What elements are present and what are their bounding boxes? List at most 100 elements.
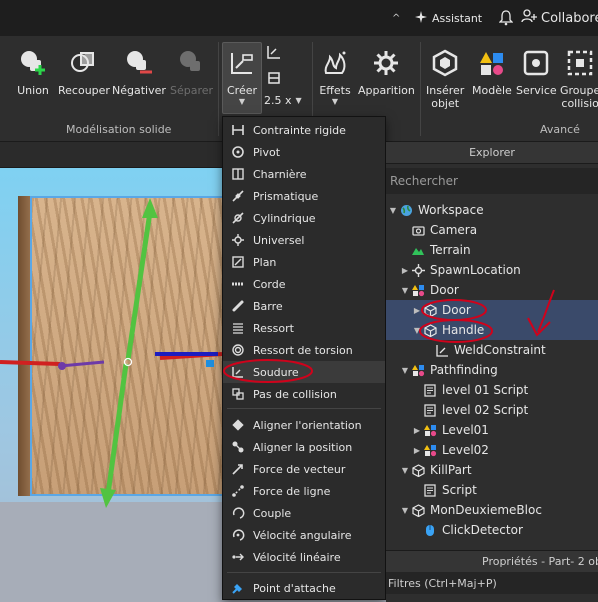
tree-item-label: Door [442,303,471,317]
create-button[interactable]: Créer ▼ [225,46,259,106]
menu-item-weld[interactable]: Soudure [223,361,385,383]
rope-icon [223,277,253,291]
plane-icon [223,255,253,269]
negate-button[interactable]: Négativer [112,46,166,97]
menu-item-no-collision[interactable]: Pas de collision [223,383,385,405]
menu-item-label: Point d'attache [253,581,336,595]
menu-item-line-force[interactable]: Force de ligne [223,480,385,502]
menu-item-universal[interactable]: Universel [223,229,385,251]
tree-item-pathfinding[interactable]: ▼ Pathfinding [386,360,598,380]
part-icon [422,303,438,317]
menu-item-label: Ressort [253,321,294,335]
menu-item-plane[interactable]: Plan [223,251,385,273]
expand-arrow-icon[interactable]: ▶ [400,266,410,275]
tree-item-level02-script[interactable]: level 02 Script [386,400,598,420]
menu-item-torque[interactable]: Couple [223,502,385,524]
menu-item-vector-force[interactable]: Force de vecteur [223,458,385,480]
collision-group-icon [563,46,597,80]
tree-item-handle-part[interactable]: ▼ Handle [386,320,598,340]
menu-item-rod[interactable]: Barre [223,295,385,317]
tree-item-door-model[interactable]: ▼ Door [386,280,598,300]
menu-item-rope[interactable]: Corde [223,273,385,295]
menu-item-attachment[interactable]: Point d'attache [223,577,385,599]
effects-button[interactable]: Effets ▼ [318,46,352,106]
weld-tool-icon[interactable] [266,44,282,63]
globe-icon [398,203,414,217]
join-surfaces-icon[interactable] [266,70,282,89]
union-button[interactable]: Union [16,46,50,97]
service-button[interactable]: Service [516,46,557,97]
separate-button[interactable]: Séparer [170,46,213,97]
tree-item-camera[interactable]: Camera [386,220,598,240]
create-label: Créer [226,84,258,97]
intersect-button[interactable]: Recouper [58,46,110,97]
explorer-title: Explorer [386,142,598,164]
expand-arrow-icon[interactable]: ▼ [400,286,410,295]
tree-item-label: Script [442,483,477,497]
menu-item-label: Plan [253,255,277,269]
tree-item-terrain[interactable]: Terrain [386,240,598,260]
tree-item-level01-script[interactable]: level 01 Script [386,380,598,400]
collaborate-button[interactable]: Collabore [521,8,598,28]
expand-arrow-icon[interactable]: ▼ [412,326,422,335]
tree-item-label: WeldConstraint [454,343,546,357]
properties-filter-input[interactable]: Filtres (Ctrl+Maj+P) [386,572,598,594]
model-icon [422,443,438,457]
menu-item-rigid-constraint[interactable]: Contrainte rigide [223,119,385,141]
collapse-caret-icon[interactable]: ^ [392,8,400,28]
separate-icon [175,46,209,80]
expand-arrow-icon[interactable]: ▼ [400,366,410,375]
expand-arrow-icon[interactable]: ▶ [412,426,422,435]
tree-item-script[interactable]: Script [386,480,598,500]
menu-item-angular-velocity[interactable]: Vélocité angulaire [223,524,385,546]
menu-item-align-position[interactable]: Aligner la position [223,436,385,458]
menu-item-label: Couple [253,506,292,520]
menu-item-spring[interactable]: Ressort [223,317,385,339]
tree-item-clickdetector[interactable]: ClickDetector [386,520,598,540]
hinge-icon [223,167,253,181]
menu-item-hinge[interactable]: Charnière [223,163,385,185]
assistant-button[interactable]: Assistant [414,8,482,28]
camera-icon [410,223,426,237]
ribbon-divider [218,42,219,136]
vector-force-icon [223,462,253,476]
expand-arrow-icon[interactable]: ▼ [388,206,398,215]
tree-item-mondeuxiemebloc[interactable]: ▼ MonDeuxiemeBloc [386,500,598,520]
scale-dropdown[interactable]: 2.5 x ▼ [264,94,302,107]
model-button[interactable]: Modèle [472,46,512,97]
menu-item-pivot[interactable]: Pivot [223,141,385,163]
tree-item-weldconstraint[interactable]: WeldConstraint [386,340,598,360]
torque-icon [223,506,253,520]
expand-arrow-icon[interactable]: ▶ [412,446,422,455]
expand-arrow-icon[interactable]: ▼ [400,466,410,475]
menu-item-torsion-spring[interactable]: Ressort de torsion [223,339,385,361]
explorer-search-input[interactable]: Rechercher [386,168,598,194]
menu-item-label: Force de ligne [253,484,331,498]
tree-item-killpart[interactable]: ▼ KillPart [386,460,598,480]
insert-object-label-2: objet [431,97,460,110]
tree-item-workspace[interactable]: ▼ Workspace [386,200,598,220]
menu-item-linear-velocity[interactable]: Vélocité linéaire [223,546,385,568]
notification-bell-icon[interactable] [499,8,513,28]
menu-item-prismatic[interactable]: Prismatique [223,185,385,207]
properties-panel-header[interactable]: Propriétés - Part- 2 ob [386,550,598,572]
collision-group-button[interactable]: Groupe collisio [560,46,598,110]
group-label-advanced: Avancé [540,123,580,136]
expand-arrow-icon[interactable]: ▼ [400,506,410,515]
tree-item-door-part[interactable]: ▶ Door [386,300,598,320]
tree-item-label: Terrain [430,243,471,257]
tree-item-level02[interactable]: ▶ Level02 [386,440,598,460]
menu-item-align-orientation[interactable]: Aligner l'orientation [223,414,385,436]
insert-object-button[interactable]: Insérer objet [426,46,464,110]
ribbon-divider [420,42,421,136]
tree-item-level01[interactable]: ▶ Level01 [386,420,598,440]
menu-item-cylindrical[interactable]: Cylindrique [223,207,385,229]
scale-caret-icon: ▼ [295,96,302,105]
tree-item-label: level 01 Script [442,383,529,397]
create-constraint-icon [225,46,259,80]
cylindrical-icon [223,211,253,225]
tree-item-spawnlocation[interactable]: ▶ SpawnLocation [386,260,598,280]
tree-item-label: Door [430,283,459,297]
spawn-button[interactable]: Apparition [358,46,415,97]
expand-arrow-icon[interactable]: ▶ [412,306,422,315]
